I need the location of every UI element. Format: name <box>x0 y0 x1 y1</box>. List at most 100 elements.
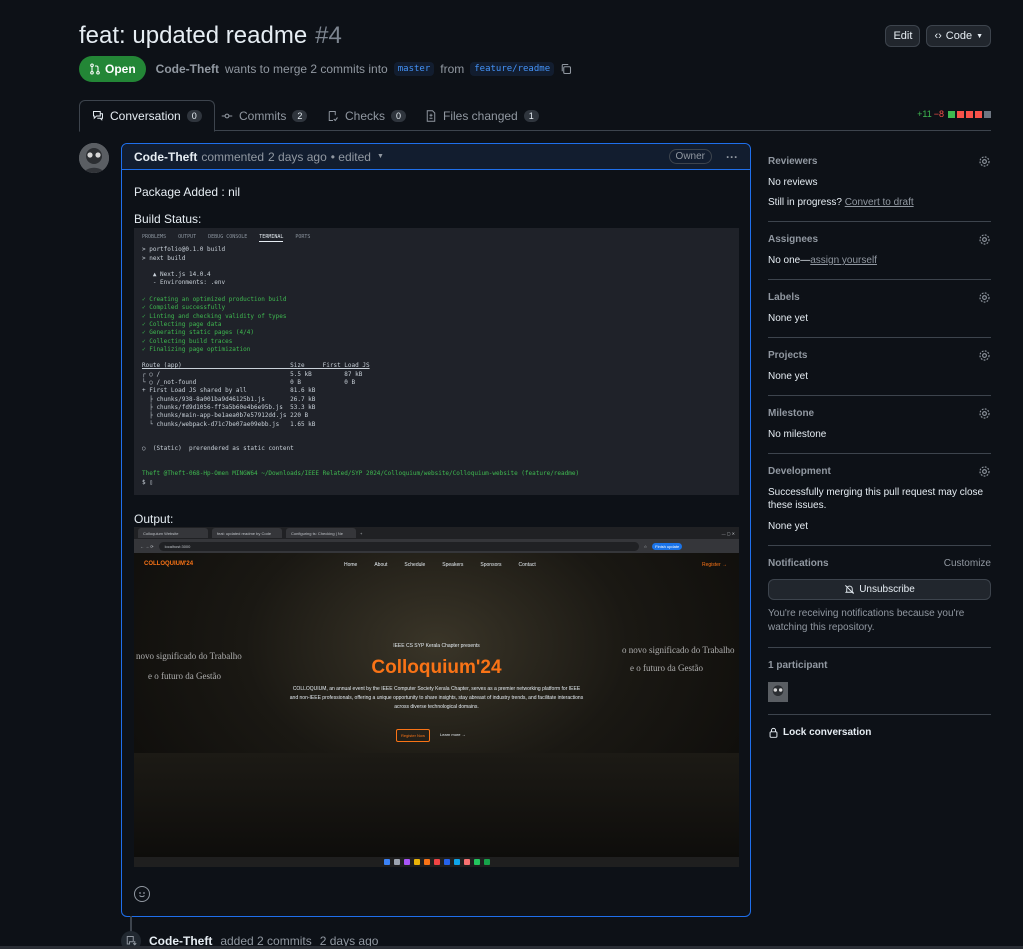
terminal-line: ✓ Generating static pages (4/4) <box>142 329 254 337</box>
sidebar-assignees: Assignees No one—assign yourself <box>768 222 991 280</box>
customize-link[interactable]: Customize <box>944 558 991 572</box>
tab-conversation[interactable]: Conversation 0 <box>79 100 215 132</box>
comment-action: commented <box>201 149 265 164</box>
terminal-tabs: PROBLEMS OUTPUT DEBUG CONSOLE TERMINAL P… <box>142 233 731 243</box>
terminal-line: Route (app) Size First Load JS <box>142 362 370 370</box>
os-taskbar <box>134 857 739 867</box>
pr-title-row: feat: updated readme #4 <box>79 22 342 50</box>
tab-counter: 0 <box>391 109 407 122</box>
terminal-line: ✓ Linting and checking validity of types <box>142 312 287 320</box>
kebab-horizontal-icon[interactable]: ··· <box>726 150 738 164</box>
hero-kicker: IEEE CS SYP Kerala Chapter presents <box>393 643 480 649</box>
pr-number: #4 <box>315 22 342 49</box>
state-badge: Open <box>79 56 146 82</box>
pr-author[interactable]: Code-Theft <box>156 62 219 76</box>
terminal-output: > portfolio@0.1.0 build > next build ▲ Ne… <box>142 246 731 487</box>
edit-button[interactable]: Edit <box>885 25 921 47</box>
sidebar-reviewers: Reviewers No reviews Still in progress? … <box>768 150 991 222</box>
sidebar-participants: 1 participant <box>768 648 991 715</box>
from-text: from <box>440 62 465 76</box>
browser-update-button: Finish update <box>652 542 683 550</box>
terminal-line: ├ chunks/main-app-be1aea0b7e57912dd.js 2… <box>142 412 309 420</box>
audience-image <box>134 753 739 857</box>
hero-title: Colloquium'24 <box>371 657 502 678</box>
unsubscribe-button[interactable]: Unsubscribe <box>768 579 991 600</box>
terminal-line: ┌ ○ / 5.5 kB 87 kB <box>142 370 363 378</box>
terminal-line: + First Load JS shared by all 81.6 kB <box>142 387 316 395</box>
sidebar-projects: Projects None yet <box>768 338 991 396</box>
gear-icon[interactable] <box>978 233 991 249</box>
star-icon: ☆ <box>643 543 648 549</box>
triangle-down-icon[interactable]: ▼ <box>377 153 384 160</box>
terminal-tab: PORTS <box>295 234 311 240</box>
sidebar-heading[interactable]: Reviewers <box>768 156 991 170</box>
projects-value: None yet <box>768 371 809 382</box>
app-icon <box>453 859 460 865</box>
smiley-icon[interactable] <box>134 886 150 902</box>
sidebar-heading[interactable]: Assignees <box>768 234 991 248</box>
participant-avatar[interactable] <box>768 682 788 702</box>
tab-label: Checks <box>345 108 386 123</box>
file-diff-icon <box>426 109 436 122</box>
comment-header: Code-Theft commented 2 days ago • edited… <box>122 144 750 170</box>
sidebar-heading[interactable]: Milestone <box>768 408 991 422</box>
git-pull-request-icon <box>90 63 100 75</box>
convert-to-draft-link[interactable]: Convert to draft <box>845 197 914 208</box>
gear-icon[interactable] <box>978 407 991 423</box>
assignees-value: No one— <box>768 255 811 266</box>
still-in-progress-text: Still in progress? <box>768 197 842 208</box>
site-nav-link: Sponsors <box>480 562 502 568</box>
notifications-note: You're receiving notifications because y… <box>768 608 965 633</box>
site-logo: COLLOQUIUM'24 <box>144 561 194 567</box>
browser-tab: feat: updated readme by Code <box>212 528 282 538</box>
site-nav-link: About <box>374 562 388 568</box>
triangle-down-icon: ▼ <box>976 32 983 40</box>
terminal-line: ├ chunks/938-8a001ba9d46125b1.js 26.7 kB <box>142 395 316 403</box>
gear-icon[interactable] <box>978 155 991 171</box>
spotify-icon <box>483 859 490 865</box>
tab-files-changed[interactable]: Files changed 1 <box>413 100 551 131</box>
terminal-line: ○ (Static) prerendered as static content <box>142 445 294 453</box>
gear-icon[interactable] <box>978 291 991 307</box>
colloquium-site: novo significado do Trabalho e o futuro … <box>134 553 739 857</box>
avatar[interactable] <box>79 143 109 173</box>
terminal-line: ✓ Finalizing page optimization <box>142 345 251 353</box>
brave-icon <box>463 859 470 865</box>
lock-conversation-label: Lock conversation <box>783 727 872 738</box>
code-button[interactable]: ‹› Code ▼ <box>926 25 991 47</box>
terminal-line: $ ▯ <box>142 478 153 486</box>
sidebar-heading[interactable]: Development <box>768 466 991 480</box>
edited-dropdown[interactable]: • edited <box>331 150 371 164</box>
assign-yourself-link[interactable]: assign yourself <box>810 255 877 266</box>
state-label: Open <box>105 62 136 76</box>
head-branch[interactable]: feature/readme <box>470 62 555 76</box>
tab-counter: 0 <box>186 110 202 122</box>
tab-checks[interactable]: Checks 0 <box>315 100 418 131</box>
terminal-tab: OUTPUT <box>178 234 197 240</box>
terminal-line: > portfolio@0.1.0 build <box>142 246 226 254</box>
gear-icon[interactable] <box>978 349 991 365</box>
base-branch[interactable]: master <box>393 62 435 76</box>
copy-icon[interactable] <box>560 63 572 75</box>
tab-counter: 1 <box>523 109 539 122</box>
tab-commits[interactable]: Commits 2 <box>209 100 319 131</box>
comment-author[interactable]: Code-Theft <box>134 150 197 164</box>
lock-conversation-link[interactable]: Lock conversation <box>768 727 991 738</box>
browser-addressbar: ← → ⟳ localhost:3000 ☆ Finish update <box>134 539 739 553</box>
browser-tab: Configuring ts: Checking | Ne <box>286 528 356 538</box>
output-label: Output: <box>134 512 174 526</box>
pr-meta: Open Code-Theft wants to merge 2 commits… <box>79 56 572 82</box>
url-field: localhost:3000 <box>158 541 639 551</box>
sidebar-heading[interactable]: Projects <box>768 350 991 364</box>
sidebar-heading[interactable]: Labels <box>768 292 991 306</box>
labels-value: None yet <box>768 313 809 324</box>
gear-icon[interactable] <box>978 465 991 481</box>
app-icon <box>403 859 410 865</box>
comment-time[interactable]: 2 days ago <box>268 150 327 164</box>
build-terminal-screenshot: PROBLEMS OUTPUT DEBUG CONSOLE TERMINAL P… <box>134 228 739 495</box>
diffstat-block <box>975 110 982 118</box>
